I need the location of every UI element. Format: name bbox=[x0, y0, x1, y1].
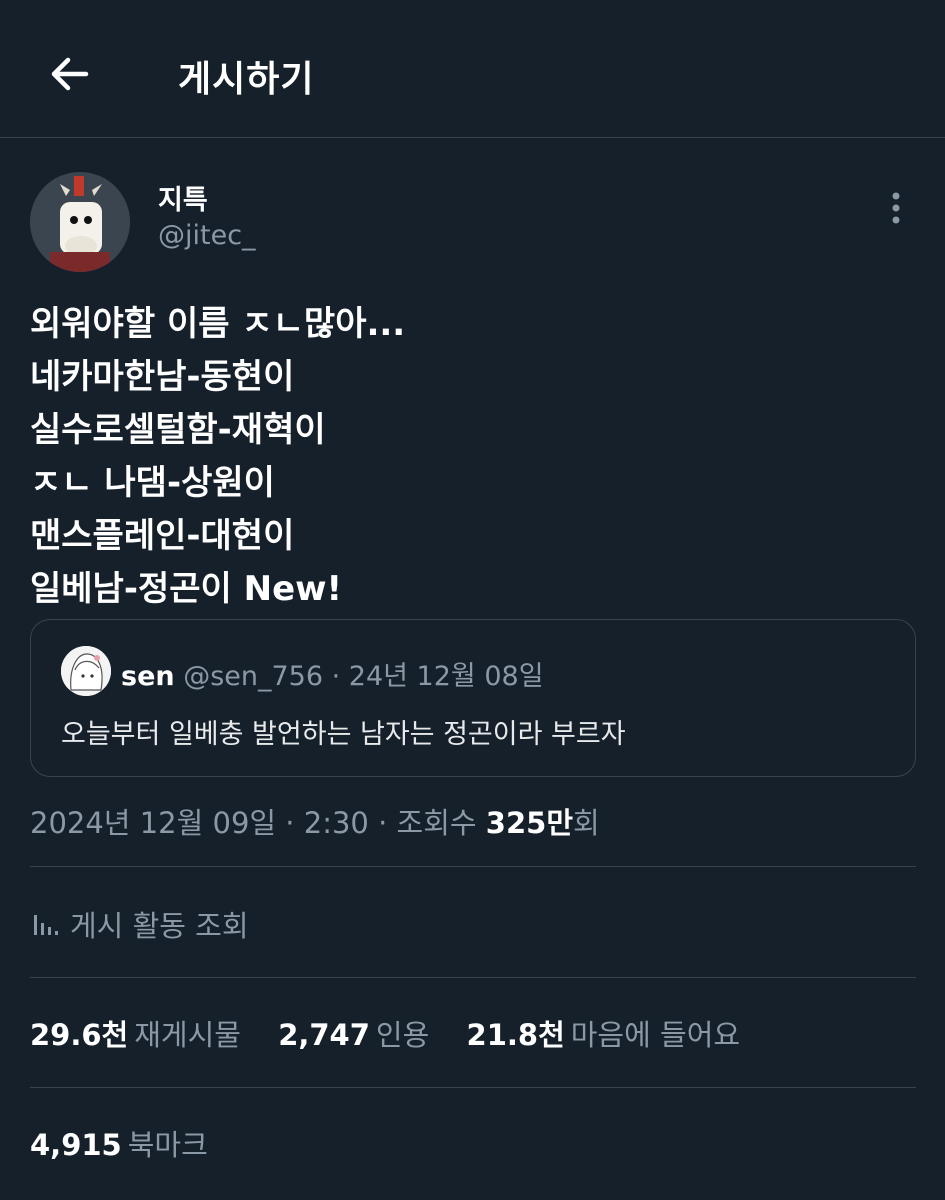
page-title: 게시하기 bbox=[178, 59, 315, 100]
quoted-date: 24년 12월 08일 bbox=[348, 661, 544, 692]
divider bbox=[30, 977, 916, 978]
more-options-icon[interactable] bbox=[880, 188, 912, 228]
tweet-line: 맨스플레인-대현이 bbox=[30, 516, 295, 556]
stat-value: 21.8천 bbox=[466, 1018, 565, 1052]
tweet-line: 네카마한남-동현이 bbox=[30, 357, 295, 397]
likes-stat[interactable]: 21.8천 마음에 들어요 bbox=[467, 1012, 741, 1054]
quoted-post-meta: sen @sen_756 · 24년 12월 08일 bbox=[121, 654, 544, 693]
divider bbox=[30, 866, 916, 867]
bookmarks-stat[interactable]: 4,915 북마크 bbox=[30, 1122, 208, 1164]
tweet-line: 외워야할 이름 ㅈㄴ많아... bbox=[30, 304, 406, 344]
tweet-line: ㅈㄴ 나댐-상원이 bbox=[30, 463, 275, 503]
quoted-post-card[interactable]: sen @sen_756 · 24년 12월 08일 오늘부터 일베충 발언하는… bbox=[30, 619, 916, 777]
author-handle[interactable]: @jitec_ bbox=[158, 220, 256, 251]
quoted-author-avatar bbox=[61, 646, 111, 696]
post-timestamp: 2024년 12월 09일 · 2:30 · 조회수 bbox=[30, 806, 486, 840]
tweet-text: 외워야할 이름 ㅈㄴ많아... 네카마한남-동현이 실수로셀털함-재혁이 ㅈㄴ … bbox=[30, 298, 405, 616]
stat-label: 재게시물 bbox=[134, 1018, 241, 1052]
analytics-bars-icon bbox=[34, 915, 58, 935]
author-avatar[interactable] bbox=[30, 172, 130, 272]
tweet-line: 일베남-정곤이 New! bbox=[30, 569, 343, 609]
stat-label: 마음에 들어요 bbox=[570, 1018, 741, 1052]
quoted-author-handle: @sen_756 bbox=[183, 661, 324, 692]
divider bbox=[30, 1087, 916, 1088]
stat-value: 4,915 bbox=[30, 1128, 122, 1162]
tweet-line: 실수로셀털함-재혁이 bbox=[30, 410, 326, 450]
views-count: 325 bbox=[485, 806, 547, 840]
top-bar: 게시하기 bbox=[0, 0, 945, 138]
quoted-author-name: sen bbox=[121, 661, 175, 692]
quoted-post-text: 오늘부터 일베충 발언하는 남자는 정곤이라 부르자 bbox=[61, 719, 626, 750]
reposts-stat[interactable]: 29.6천 재게시물 bbox=[30, 1012, 241, 1054]
stat-label: 인용 bbox=[375, 1018, 430, 1052]
quoted-separator: · bbox=[323, 661, 349, 692]
stat-label: 북마크 bbox=[127, 1128, 208, 1162]
back-arrow-icon[interactable] bbox=[44, 48, 96, 100]
views-unit: 만 bbox=[546, 806, 574, 840]
post-timestamp-and-views: 2024년 12월 09일 · 2:30 · 조회수 325만회 bbox=[30, 800, 600, 842]
stat-value: 2,747 bbox=[278, 1018, 370, 1052]
engagement-stats: 29.6천 재게시물 2,747 인용 21.8천 마음에 들어요 bbox=[30, 1012, 768, 1054]
quotes-stat[interactable]: 2,747 인용 bbox=[278, 1012, 429, 1054]
analytics-label: 게시 활동 조회 bbox=[70, 909, 249, 943]
author-name[interactable]: 지특 bbox=[158, 178, 208, 217]
views-suffix: 회 bbox=[573, 806, 600, 840]
stat-value: 29.6천 bbox=[30, 1018, 129, 1052]
post-analytics-link[interactable]: 게시 활동 조회 bbox=[30, 903, 249, 945]
